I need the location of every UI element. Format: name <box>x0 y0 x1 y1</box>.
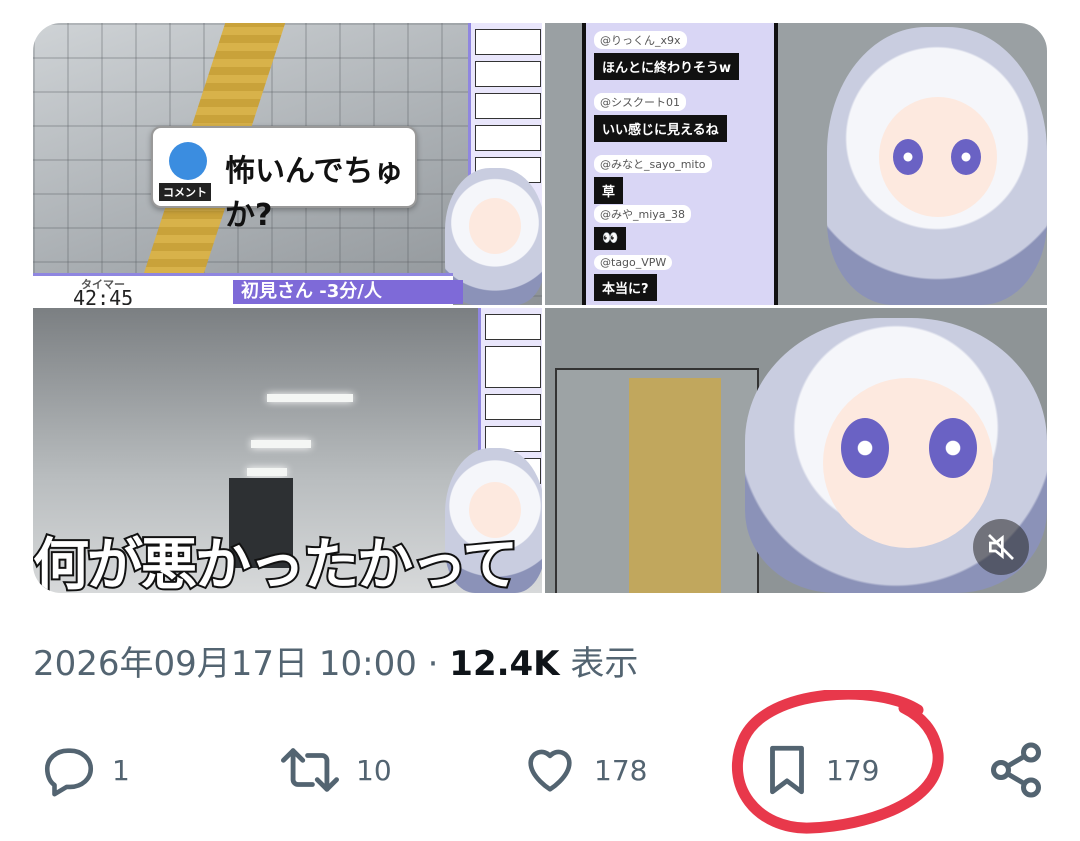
comment-label: コメント <box>159 183 211 201</box>
timer-value: 42:45 <box>73 286 134 305</box>
reply-count: 1 <box>112 753 130 787</box>
user-avatar-icon <box>169 142 207 180</box>
media-tile-2[interactable]: @りっくん_x9x ほんとに終わりそうw @シスクート01 いい感じに見えるね @み… <box>545 23 1047 305</box>
share-button[interactable] <box>986 730 1046 810</box>
status-banner: 初見さん -3分/人 <box>233 280 463 304</box>
media-tile-1[interactable]: コメント 怖いんでちゅか? タイマー 42:45 初見さん -3分/人 <box>33 23 542 305</box>
bookmark-button[interactable]: 179 <box>762 730 879 810</box>
action-bar: 1 10 178 179 <box>0 730 1080 810</box>
tweet-meta: 2026年09月17日 10:00 · 12.4K 表示 <box>33 636 638 685</box>
comment-text: 怖いんでちゅか? <box>225 154 404 233</box>
chat-message: 本当に? <box>594 274 657 301</box>
video-caption: 何が悪かったかって <box>33 531 520 593</box>
chat-username: @みなと_sayo_mito <box>594 155 712 173</box>
chat-message: ほんとに終わりそうw <box>594 53 740 80</box>
chat-message: いい感じに見えるね <box>594 115 727 142</box>
like-count: 178 <box>594 753 648 787</box>
reply-button[interactable]: 1 <box>40 730 130 810</box>
reply-icon <box>44 748 94 797</box>
chat-username: @シスクート01 <box>594 93 686 111</box>
share-icon <box>991 742 1041 798</box>
chat-message: 草 <box>594 177 624 204</box>
repost-button[interactable]: 10 <box>278 730 392 810</box>
timer-bar: タイマー 42:45 初見さん -3分/人 <box>33 273 463 305</box>
meta-separator: · <box>427 644 439 684</box>
bookmark-count: 179 <box>826 753 880 787</box>
comment-bubble: コメント 怖いんでちゅか? <box>151 126 417 233</box>
post-datetime[interactable]: 2026年09月17日 10:00 <box>33 644 417 684</box>
chat-message: 👀 <box>594 227 627 250</box>
heart-icon <box>528 749 572 792</box>
bookmark-icon <box>770 745 804 795</box>
speaker-muted-icon <box>988 534 1014 560</box>
like-button[interactable]: 178 <box>520 730 647 810</box>
chat-username: @みや_miya_38 <box>594 205 692 223</box>
media-grid: コメント 怖いんでちゅか? タイマー 42:45 初見さん -3分/人 @りっく… <box>33 23 1047 593</box>
tactile-paving <box>629 378 721 593</box>
views-label: 表示 <box>570 644 639 684</box>
mute-button[interactable] <box>973 519 1029 575</box>
media-tile-4[interactable] <box>545 308 1047 593</box>
views-count: 12.4K <box>449 644 560 684</box>
repost-count: 10 <box>356 753 392 787</box>
media-tile-3[interactable]: 何が悪かったかって <box>33 308 542 593</box>
repost-icon <box>280 748 339 792</box>
chat-phone-panel: @りっくん_x9x ほんとに終わりそうw @シスクート01 いい感じに見えるね @み… <box>582 23 778 305</box>
chat-username: @tago_VPW <box>594 255 673 270</box>
chat-username: @りっくん_x9x <box>594 31 687 49</box>
vtuber-avatar <box>827 27 1047 305</box>
